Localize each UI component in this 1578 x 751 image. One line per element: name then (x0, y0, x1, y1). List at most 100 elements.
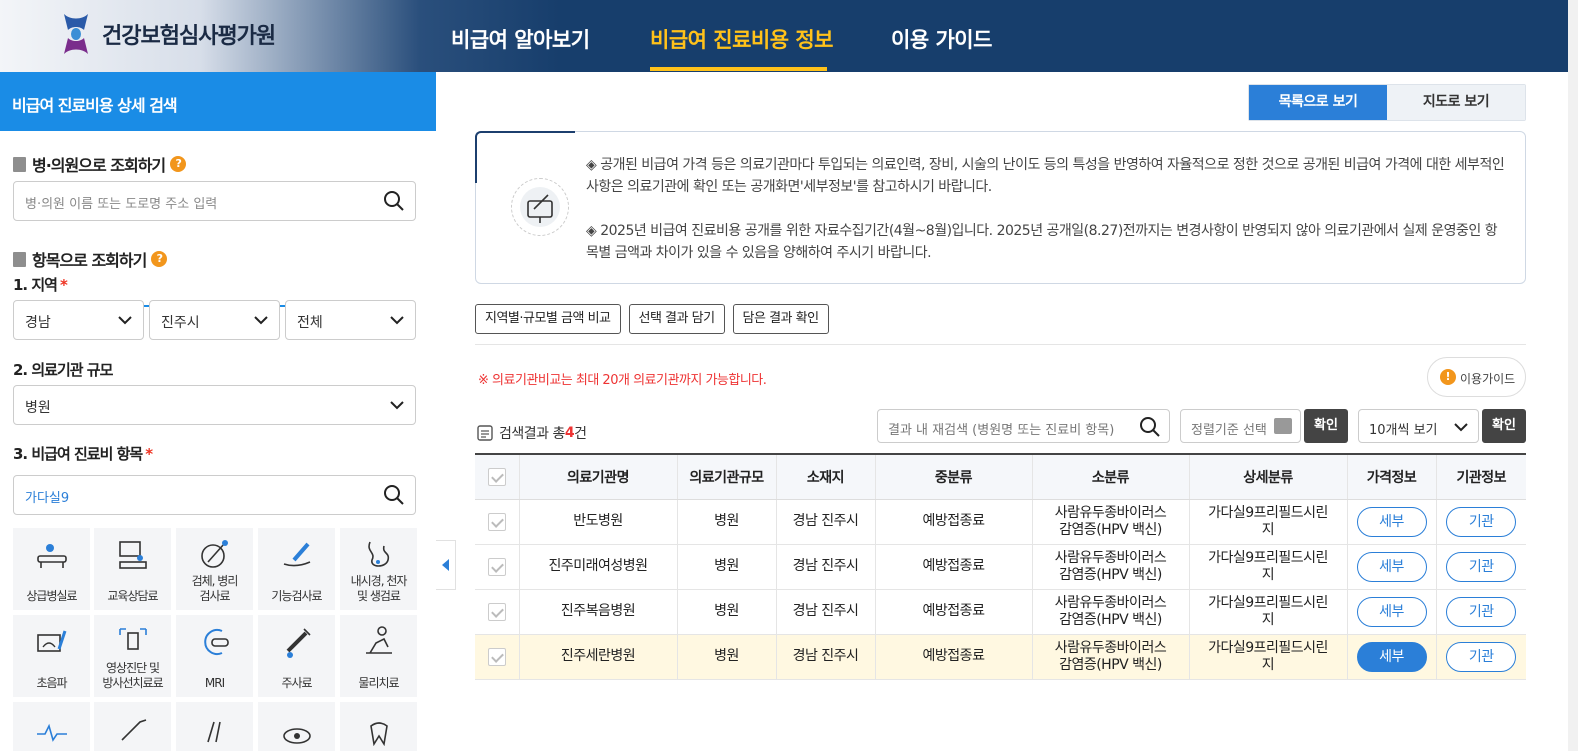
region-district-select[interactable]: 전체 (285, 300, 416, 340)
org-info-button[interactable]: 기관 (1446, 551, 1517, 582)
site-logo[interactable]: 건강보험심사평가원 (60, 12, 276, 56)
hira-logo-icon (64, 14, 88, 54)
category-pathology[interactable]: 검체, 병리 검사료 (176, 528, 253, 610)
small-category: 사람유두종바이러스 감염증(HPV 백신) (1032, 634, 1190, 680)
result-count: 검색결과 총 4 건 (476, 423, 587, 443)
table-row[interactable]: 반도병원 병원 경남 진주시 예방접종료 사람유두종바이러스 감염증(HPV 백신) 가다실… (475, 499, 1526, 545)
search-icon[interactable] (383, 484, 405, 506)
nav-item-guide[interactable]: 이용 가이드 (891, 24, 992, 54)
hospital-location: 경남 진주시 (776, 544, 876, 590)
help-icon[interactable]: ? (151, 251, 168, 267)
pathology-test-icon (201, 540, 228, 568)
category-more-1[interactable] (13, 702, 90, 751)
category-consultation[interactable]: 교육상담료 (94, 528, 171, 610)
small-category: 사람유두종바이러스 감염증(HPV 백신) (1032, 544, 1190, 590)
category-label: 상급병실료 (26, 589, 77, 603)
category-physical-therapy[interactable]: 물리치료 (340, 615, 417, 697)
item-search-title: 항목으로 조회하기 ? (13, 247, 168, 271)
hospital-bed-icon (37, 544, 67, 568)
category-more-4[interactable] (258, 702, 335, 751)
column-header[interactable]: 의료기관규모 (677, 453, 777, 500)
category-label: 영상진단 및 방사선치료료 (102, 661, 163, 690)
small-category-line2: 감염증(HPV 백신) (1059, 656, 1162, 673)
required-mark: * (59, 276, 68, 294)
category-more-2[interactable] (94, 702, 171, 751)
price-detail-button[interactable]: 세부 (1356, 641, 1427, 672)
category-function-test[interactable]: 기능검사료 (258, 528, 335, 610)
page-size-confirm-button[interactable]: 확인 (1482, 409, 1526, 443)
scale-select[interactable]: 병원 (13, 385, 416, 425)
region-province-select[interactable]: 경남 (13, 300, 144, 340)
column-header[interactable]: 의료기관명 (519, 453, 678, 500)
row-checkbox[interactable] (487, 557, 506, 576)
category-more-5[interactable] (340, 702, 417, 751)
price-detail-button[interactable]: 세부 (1356, 506, 1427, 537)
logo-title: 건강보험심사평가원 (102, 24, 276, 49)
org-info-cell: 기관 (1436, 499, 1526, 545)
category-ultrasound[interactable]: 초음파 (13, 615, 90, 697)
category-label: 검체, 병리 검사료 (191, 574, 239, 603)
table-row[interactable]: 진주복음병원 병원 경남 진주시 예방접종료 사람유두종바이러스 감염증(HPV 백신) 가… (475, 589, 1526, 635)
row-select-cell (475, 499, 520, 545)
table-row[interactable]: 진주미래여성병원 병원 경남 진주시 예방접종료 사람유두종바이러스 감염증(HPV 백신… (475, 544, 1526, 590)
save-selection-button[interactable]: 선택 결과 담기 (628, 304, 725, 334)
org-info-button[interactable]: 기관 (1446, 596, 1517, 627)
detail-category-line1: 가다실9프리필드시린 (1208, 504, 1328, 521)
function-test-icon (283, 542, 311, 567)
nav-item-cost-info[interactable]: 비급여 진료비용 정보 (650, 24, 834, 54)
hospital-name: 진주미래여성병원 (519, 544, 678, 590)
hospital-scale: 병원 (677, 499, 777, 545)
column-header[interactable]: 소재지 (776, 453, 876, 500)
column-header[interactable]: 상세분류 (1189, 453, 1348, 500)
page-scrollbar[interactable] (1568, 0, 1578, 751)
sidebar-collapse-button[interactable] (436, 540, 456, 590)
category-endoscope[interactable]: 내시경, 천자 및 생검료 (340, 528, 417, 610)
org-info-button[interactable]: 기관 (1446, 506, 1517, 537)
category-radiology[interactable]: 영상진단 및 방사선치료료 (94, 615, 171, 697)
list-view-button[interactable]: 목록으로 보기 (1249, 85, 1387, 120)
hospital-search-title: 병·의원으로 조회하기 ? (13, 152, 187, 176)
result-search-input[interactable]: 결과 내 재검색 (병원명 또는 진료비 항목) (877, 409, 1170, 443)
row-checkbox[interactable] (487, 647, 506, 666)
hospital-location: 경남 진주시 (776, 634, 876, 680)
physical-therapy-icon (366, 626, 392, 654)
category-injection[interactable]: 주사료 (258, 615, 335, 697)
org-info-button[interactable]: 기관 (1446, 641, 1517, 672)
search-icon[interactable] (383, 190, 405, 212)
category-label: MRI (204, 676, 225, 690)
active-nav-underline (650, 67, 827, 71)
category-hospital-bed[interactable]: 상급병실료 (13, 528, 90, 610)
sort-confirm-button[interactable]: 확인 (1304, 409, 1348, 443)
compare-button[interactable]: 지역별·규모별 금액 비교 (475, 304, 621, 334)
detail-category: 가다실9프리필드시린 지 (1189, 544, 1348, 590)
category-label: 기능검사료 (271, 589, 322, 603)
price-detail-button[interactable]: 세부 (1356, 596, 1427, 627)
sort-select[interactable]: 정렬기준 선택 (1180, 409, 1301, 443)
table-header-row: 의료기관명 의료기관규모 소재지 중분류 소분류 상세분류 가격정보 기관정보 (475, 453, 1526, 500)
results-table: 의료기관명 의료기관규모 소재지 중분류 소분류 상세분류 가격정보 기관정보 … (475, 453, 1526, 680)
region-city-select[interactable]: 진주시 (149, 300, 280, 340)
map-view-button[interactable]: 지도로 보기 (1387, 85, 1525, 120)
column-header[interactable]: 중분류 (875, 453, 1033, 500)
column-header[interactable]: 소분류 (1032, 453, 1190, 500)
category-mri[interactable]: MRI (176, 615, 253, 697)
mri-icon (204, 629, 229, 655)
price-detail-button[interactable]: 세부 (1356, 551, 1427, 582)
category-more-3[interactable] (176, 702, 253, 751)
item-search-input[interactable]: 가다실9 (13, 475, 416, 515)
row-checkbox[interactable] (487, 602, 506, 621)
view-saved-button[interactable]: 담은 결과 확인 (732, 304, 829, 334)
select-all-checkbox[interactable] (487, 467, 506, 486)
row-checkbox[interactable] (487, 512, 506, 531)
hospital-search-input[interactable]: 병·의원 이름 또는 도로명 주소 입력 (13, 181, 416, 221)
surgery-icon (121, 719, 147, 741)
region-label-text: 1. 지역 (13, 276, 58, 294)
search-icon[interactable] (1139, 416, 1161, 438)
notice-corner-accent (475, 131, 575, 183)
usage-guide-button[interactable]: ! 이용가이드 (1427, 357, 1526, 397)
page-size-select[interactable]: 10개씩 보기 (1358, 409, 1479, 443)
help-icon[interactable]: ? (170, 156, 187, 172)
table-row[interactable]: 진주세란병원 병원 경남 진주시 예방접종료 사람유두종바이러스 감염증(HPV 백신) 가… (475, 634, 1526, 680)
hospital-name: 진주세란병원 (519, 634, 678, 680)
nav-item-about[interactable]: 비급여 알아보기 (451, 24, 590, 54)
